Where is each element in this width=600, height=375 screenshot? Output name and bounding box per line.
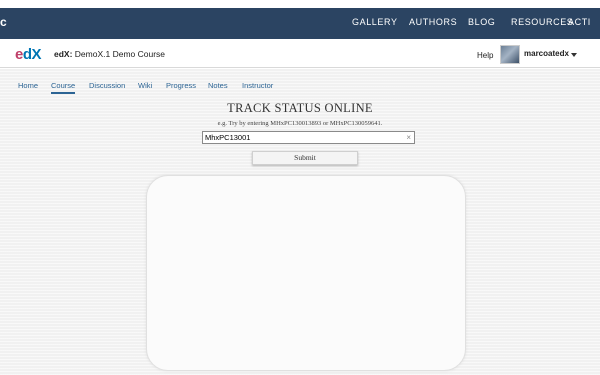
- clear-icon[interactable]: ×: [406, 132, 411, 143]
- username[interactable]: marcoatedx: [524, 49, 569, 58]
- logo-dx: dX: [22, 46, 42, 63]
- nav-gallery[interactable]: GALLERY: [352, 17, 398, 27]
- page-title: TRACK STATUS ONLINE: [227, 101, 373, 115]
- nav-resources[interactable]: RESOURCES: [511, 17, 573, 27]
- tab-home[interactable]: Home: [18, 81, 38, 90]
- tab-course[interactable]: Course: [51, 81, 76, 94]
- avatar[interactable]: [500, 45, 520, 64]
- tracking-input[interactable]: [205, 132, 400, 143]
- tab-progress[interactable]: Progress: [166, 81, 196, 90]
- nav-authors[interactable]: AUTHORS: [409, 17, 457, 27]
- tracking-field[interactable]: ×: [202, 131, 415, 144]
- nav-blog[interactable]: BLOG: [468, 17, 495, 27]
- hint-text: e.g. Try by entering MHxPC130013893 or M…: [217, 120, 383, 127]
- tab-notes[interactable]: Notes: [208, 81, 228, 90]
- logo-e: e: [15, 46, 23, 63]
- course-title: edX: DemoX.1 Demo Course: [54, 49, 165, 59]
- tab-discussion[interactable]: Discussion: [89, 81, 125, 90]
- chevron-down-icon[interactable]: [571, 53, 577, 57]
- course-name: DemoX.1 Demo Course: [74, 49, 166, 59]
- site-brand[interactable]: c: [0, 15, 7, 29]
- submit-button[interactable]: Submit: [252, 151, 358, 165]
- help-link[interactable]: Help: [477, 51, 493, 60]
- results-panel: [146, 175, 466, 371]
- tab-instructor[interactable]: Instructor: [242, 81, 273, 90]
- tab-wiki[interactable]: Wiki: [138, 81, 152, 90]
- edx-logo[interactable]: edX: [15, 47, 45, 63]
- nav-actions-truncated[interactable]: ACTI: [568, 17, 591, 27]
- course-org: edX:: [54, 49, 73, 59]
- site-header: c GALLERY AUTHORS BLOG RESOURCES ACTI: [0, 8, 600, 39]
